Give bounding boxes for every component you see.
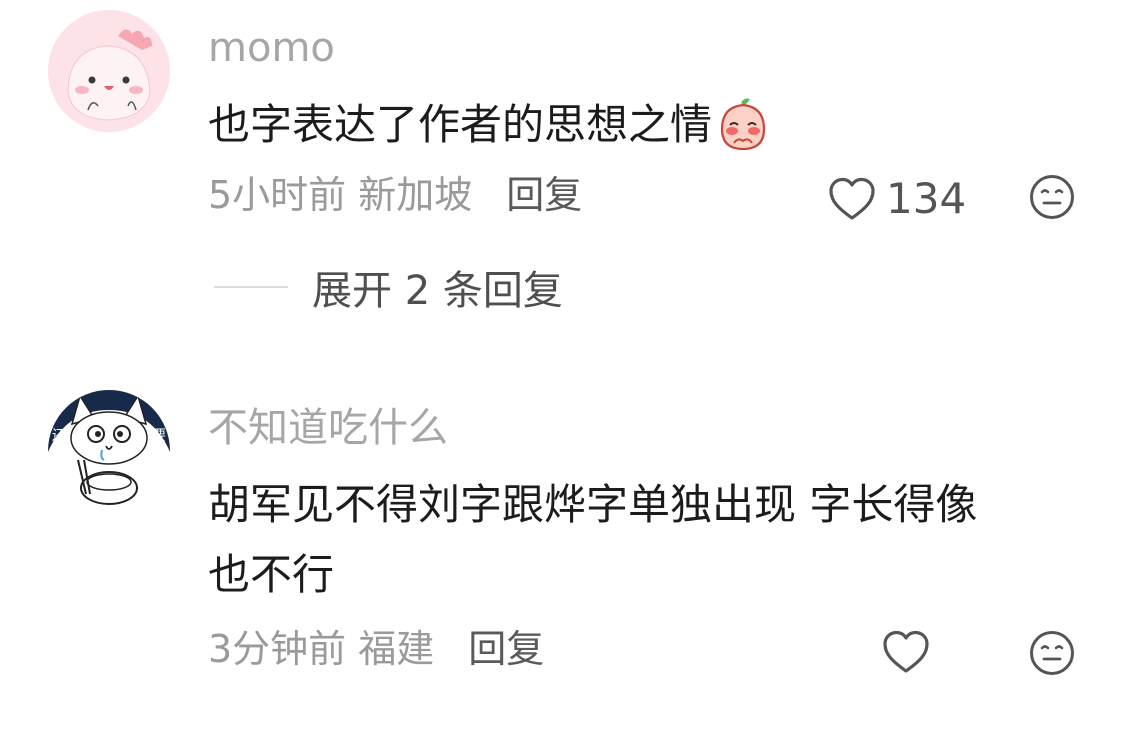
username[interactable]: momo bbox=[208, 28, 335, 68]
expand-divider bbox=[214, 286, 288, 288]
comment-text-body: 也字表达了作者的思想之情 bbox=[208, 100, 713, 149]
neutral-face-icon[interactable] bbox=[1029, 630, 1075, 676]
avatar-text-left: 还 bbox=[52, 428, 66, 444]
like-button[interactable]: 134 bbox=[828, 174, 966, 223]
reply-button[interactable]: 回复 bbox=[468, 630, 544, 668]
like-count: 134 bbox=[886, 174, 967, 223]
avatar[interactable]: 还 要 bbox=[48, 390, 170, 512]
comment-text: 也字表达了作者的思想之情 bbox=[208, 90, 772, 160]
comment-text-line-1: 胡军见不得刘字跟烨字单独出现 字长得像 bbox=[208, 480, 978, 529]
avatar[interactable] bbox=[48, 10, 170, 132]
timestamp: 3分钟前 bbox=[208, 627, 347, 671]
comment-text: 胡军见不得刘字跟烨字单独出现 字长得像 也不行 bbox=[208, 470, 977, 610]
reply-button[interactable]: 回复 bbox=[506, 176, 582, 214]
location: 新加坡 bbox=[358, 173, 473, 217]
comment-meta: 3分钟前 福建 回复 bbox=[208, 630, 544, 668]
expand-replies-label[interactable]: 展开 2 条回复 bbox=[312, 258, 563, 316]
username[interactable]: 不知道吃什么 bbox=[208, 408, 448, 448]
heart-outline-icon bbox=[829, 177, 875, 220]
comment-1: momo 也字表达了作者的思想之情 5小时前 新加坡 回复 134 展开 2 条… bbox=[0, 0, 1123, 330]
neutral-face-icon[interactable] bbox=[1029, 174, 1075, 220]
expand-replies[interactable]: 展开 2 条回复 bbox=[214, 258, 563, 316]
heart-outline-icon bbox=[883, 630, 929, 673]
blushing-peach-emoji-icon bbox=[720, 98, 766, 150]
avatar-text-right: 要 bbox=[152, 428, 166, 444]
cat-character-avatar-icon: 还 要 bbox=[48, 390, 170, 512]
like-button[interactable] bbox=[882, 630, 930, 674]
comment-text-line-2: 也不行 bbox=[208, 550, 335, 599]
timestamp: 5小时前 bbox=[208, 173, 347, 217]
pink-character-avatar-icon bbox=[48, 10, 170, 132]
comment-meta: 5小时前 新加坡 回复 bbox=[208, 176, 582, 214]
location: 福建 bbox=[358, 627, 435, 671]
